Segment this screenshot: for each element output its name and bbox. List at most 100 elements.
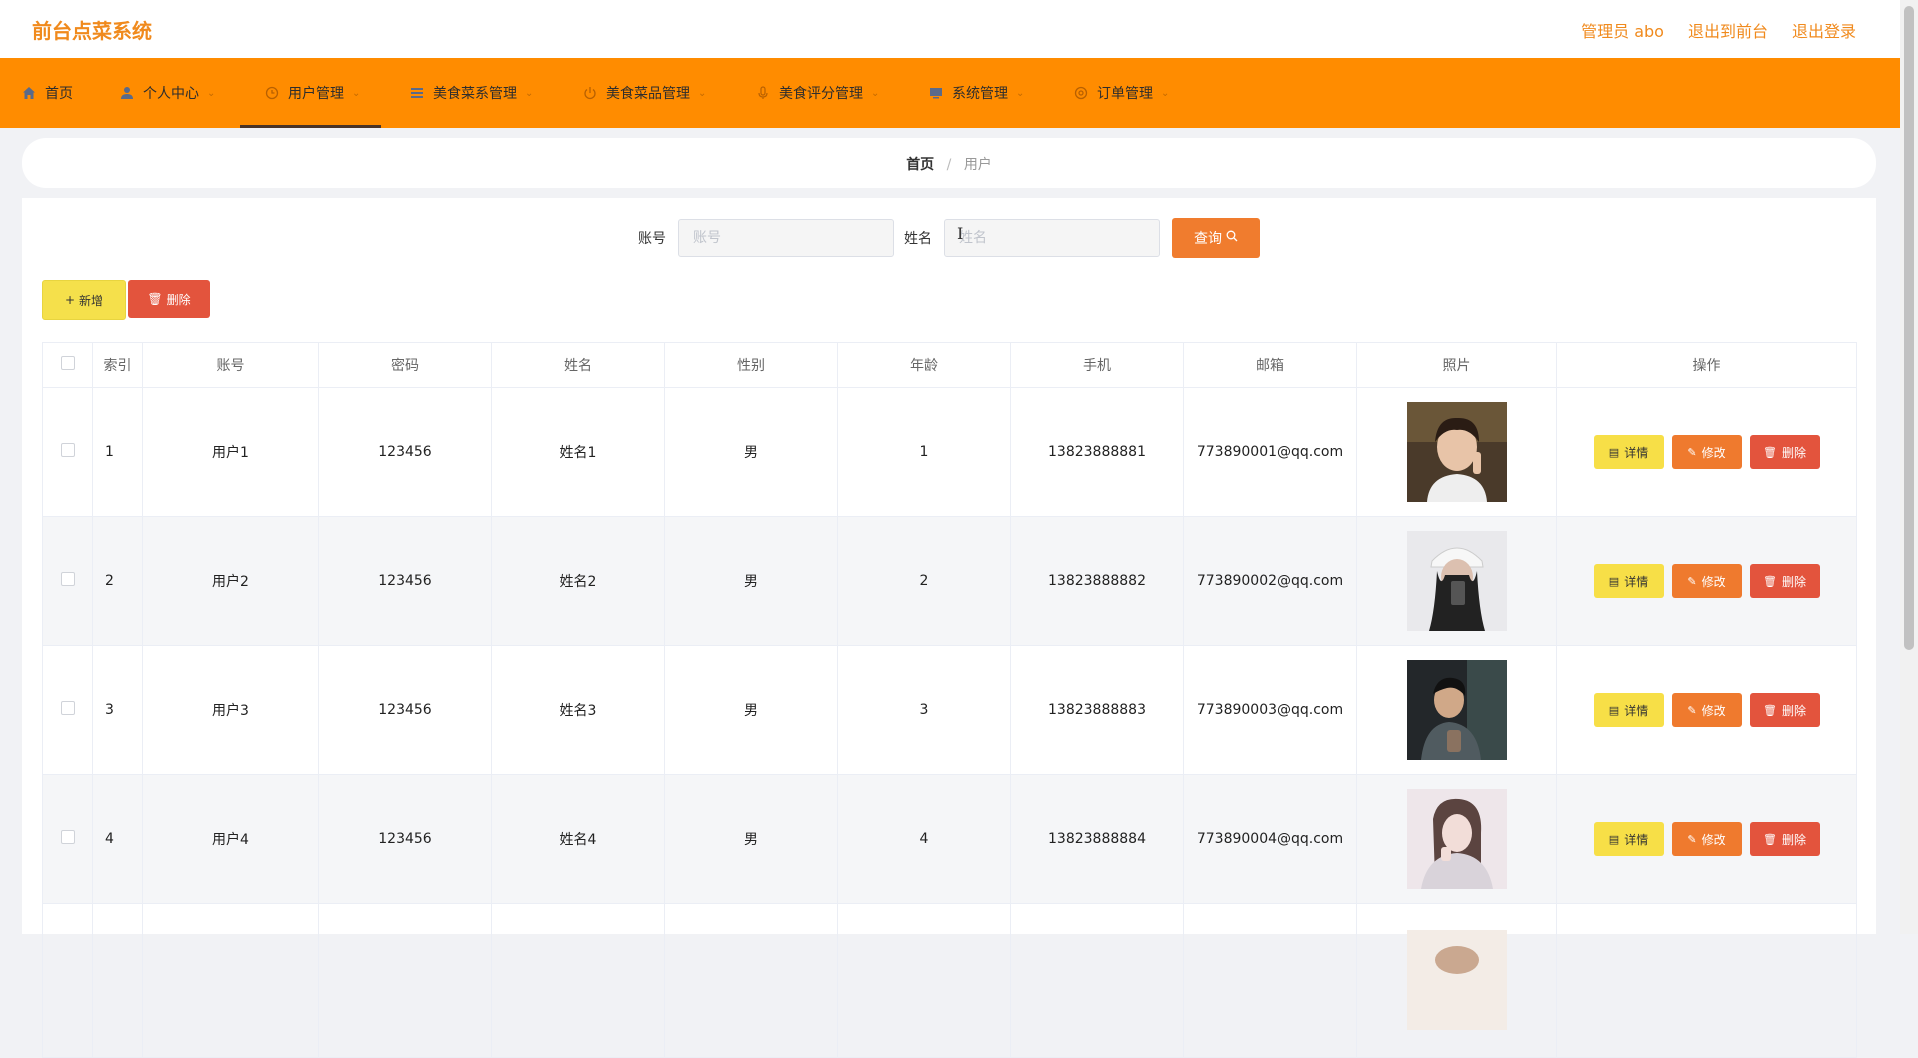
cell-password: 123456: [318, 645, 492, 775]
cell-index: 4: [92, 774, 143, 904]
column-header: 年龄: [837, 342, 1011, 388]
document-icon: ▤: [1608, 832, 1620, 846]
delete-button[interactable]: 🗑 删除: [1749, 435, 1820, 469]
select-all-cell[interactable]: [42, 342, 93, 388]
edit-button[interactable]: ✎ 修改: [1671, 693, 1742, 727]
cell-photo: [1356, 516, 1557, 646]
row-checkbox[interactable]: [60, 830, 75, 844]
column-header: 密码: [318, 342, 492, 388]
column-header: 姓名: [491, 342, 665, 388]
app-title: 前台点菜系统: [32, 19, 152, 43]
user-photo[interactable]: [1406, 402, 1507, 502]
cell-actions: ▤ 详情 ✎ 修改 🗑 删除: [1556, 516, 1857, 646]
back-to-front-link[interactable]: 退出到前台: [1688, 18, 1768, 42]
delete-label: 删除: [1781, 445, 1806, 460]
cell-email: 773890002@qq.com: [1183, 516, 1357, 646]
batch-delete-button[interactable]: 🗑 删除: [128, 280, 210, 318]
nav-label: 个人中心: [143, 86, 199, 102]
nav-item-personal-center[interactable]: 个人中心 ⌄: [120, 58, 215, 128]
edit-button[interactable]: ✎ 修改: [1671, 435, 1742, 469]
edit-label: 修改: [1701, 703, 1726, 718]
scrollbar-thumb[interactable]: [1904, 6, 1914, 650]
pencil-icon: ✎: [1687, 445, 1697, 459]
nav-item-cuisine-management[interactable]: 美食菜系管理 ⌄: [410, 58, 533, 128]
pencil-icon: ✎: [1687, 703, 1697, 717]
nav-item-rating-management[interactable]: 美食评分管理 ⌄: [756, 58, 879, 128]
edit-button[interactable]: ✎ 修改: [1671, 564, 1742, 598]
nav-label: 美食菜品管理: [606, 86, 690, 102]
cell-name: 姓名1: [491, 387, 665, 517]
cell-phone: 13823888884: [1010, 774, 1184, 904]
detail-button[interactable]: ▤ 详情: [1593, 435, 1664, 469]
cell-gender: 男: [664, 774, 838, 904]
name-input[interactable]: [944, 219, 1160, 257]
cell-actions: ▤ 详情 ✎ 修改 🗑 删除: [1556, 645, 1857, 775]
delete-button[interactable]: 🗑 删除: [1749, 564, 1820, 598]
nav-item-order-management[interactable]: 订单管理 ⌄: [1074, 58, 1169, 128]
cell-age: 4: [837, 774, 1011, 904]
document-icon: ▤: [1608, 574, 1620, 588]
add-button[interactable]: + 新增: [42, 280, 126, 320]
cell-account: 用户1: [142, 387, 319, 517]
trash-icon: 🗑: [1763, 703, 1777, 717]
column-header: 操作: [1556, 342, 1857, 388]
row-select-cell[interactable]: [42, 387, 93, 517]
cell-phone: 13823888883: [1010, 645, 1184, 775]
admin-label[interactable]: 管理员 abo: [1581, 18, 1664, 42]
delete-button[interactable]: 🗑 删除: [1749, 822, 1820, 856]
trash-icon: 🗑: [1763, 574, 1777, 588]
mic-icon: [756, 86, 770, 100]
account-input[interactable]: [678, 219, 894, 257]
cell-index: 3: [92, 645, 143, 775]
nav-item-home[interactable]: 首页: [22, 58, 73, 128]
detail-button[interactable]: ▤ 详情: [1593, 822, 1664, 856]
detail-button[interactable]: ▤ 详情: [1593, 564, 1664, 598]
top-header: 前台点菜系统 管理员 abo 退出到前台 退出登录: [0, 0, 1900, 59]
cell-password: 123456: [318, 387, 492, 517]
user-photo[interactable]: [1406, 789, 1507, 889]
breadcrumb-home[interactable]: 首页: [906, 157, 934, 173]
nav-item-system-management[interactable]: 系统管理 ⌄: [929, 58, 1024, 128]
table-row: 2 用户2 123456 姓名2 男 2 13823888882 7738900…: [42, 516, 1857, 646]
row-select-cell[interactable]: [42, 516, 93, 646]
edit-button[interactable]: ✎ 修改: [1671, 822, 1742, 856]
nav-item-user-management[interactable]: 用户管理 ⌄: [239, 58, 382, 128]
cell-age: 3: [837, 645, 1011, 775]
query-button[interactable]: 查询: [1172, 218, 1260, 258]
cell-index: 1: [92, 387, 143, 517]
detail-button[interactable]: ▤ 详情: [1593, 693, 1664, 727]
row-select-cell[interactable]: [42, 774, 93, 904]
delete-button[interactable]: 🗑 删除: [1749, 693, 1820, 727]
breadcrumb-current: 用户: [963, 157, 992, 173]
nav-label: 用户管理: [288, 86, 344, 102]
chevron-down-icon: ⌄: [525, 87, 534, 99]
nav-item-dish-management[interactable]: 美食菜品管理 ⌄: [583, 58, 706, 128]
select-all-checkbox[interactable]: [60, 356, 75, 370]
page-scrollbar[interactable]: [1900, 0, 1918, 934]
search-form: 账号 姓名 查询: [22, 218, 1876, 258]
cell-gender: 男: [664, 387, 838, 517]
user-photo[interactable]: [1406, 531, 1507, 631]
cell-photo: [1356, 774, 1557, 904]
cell-actions: ▤ 详情 ✎ 修改 🗑 删除: [1556, 387, 1857, 517]
home-icon: [22, 86, 36, 100]
detail-label: 详情: [1624, 703, 1649, 718]
breadcrumb: 首页 / 用户: [22, 154, 1876, 174]
user-photo[interactable]: [1406, 930, 1507, 1030]
user-photo[interactable]: [1406, 660, 1507, 760]
cell-phone: [1010, 903, 1184, 1058]
row-checkbox[interactable]: [60, 443, 75, 457]
document-icon: ▤: [1608, 445, 1620, 459]
cell-photo: [1356, 387, 1557, 517]
row-select-cell[interactable]: [42, 903, 93, 1058]
column-header: 索引: [92, 342, 143, 388]
row-checkbox[interactable]: [60, 572, 75, 586]
logout-link[interactable]: 退出登录: [1792, 18, 1856, 42]
delete-label: 删除: [1781, 832, 1806, 847]
delete-label: 删除: [1781, 703, 1806, 718]
pencil-icon: ✎: [1687, 574, 1697, 588]
cell-age: 2: [837, 516, 1011, 646]
row-checkbox[interactable]: [60, 701, 75, 715]
row-select-cell[interactable]: [42, 645, 93, 775]
table-row: [42, 903, 1857, 1058]
